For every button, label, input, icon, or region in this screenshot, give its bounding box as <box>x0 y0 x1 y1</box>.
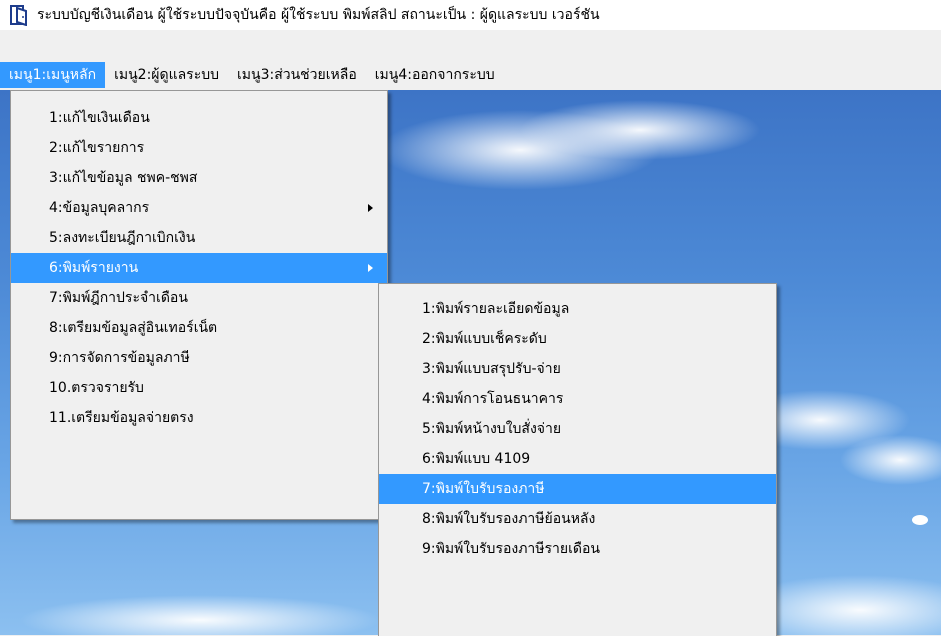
submenu-item-print-payment-order[interactable]: 5:พิมพ์หน้างบใบสั่งจ่าย <box>379 414 776 444</box>
menu-item-label: 11.เตรียมข้อมูลจ่ายตรง <box>49 410 194 426</box>
title-bar: ระบบบัญชีเงินเดือน ผู้ใช้ระบบปัจจุบันคือ… <box>0 0 941 30</box>
menu-item-label: 6:พิมพ์แบบ 4109 <box>422 451 531 467</box>
main-menu-dropdown: 1:แก้ไขเงินเดือน 2:แก้ไขรายการ 3:แก้ไขข้… <box>10 90 388 520</box>
menu-item-label: 7:พิมพ์ใบรับรองภาษี <box>422 481 545 497</box>
toolbar-area <box>0 30 941 62</box>
window-title: ระบบบัญชีเงินเดือน ผู้ใช้ระบบปัจจุบันคือ… <box>37 7 600 23</box>
menu-item-edit-salary[interactable]: 1:แก้ไขเงินเดือน <box>11 103 387 133</box>
menu-admin[interactable]: เมนู2:ผู้ดูแลระบบ <box>105 62 228 88</box>
menu-bar: เมนู1:เมนูหลัก เมนู2:ผู้ดูแลระบบ เมนู3:ส… <box>0 62 941 88</box>
menu-item-print-reports[interactable]: 6:พิมพ์รายงาน <box>11 253 387 283</box>
menu-item-direct-payment[interactable]: 11.เตรียมข้อมูลจ่ายตรง <box>11 403 387 433</box>
menu-item-prepare-internet[interactable]: 8:เตรียมข้อมูลสู่อินเทอร์เน็ต <box>11 313 387 343</box>
menu-item-check-income[interactable]: 10.ตรวจรายรับ <box>11 373 387 403</box>
menu-item-label: 10.ตรวจรายรับ <box>49 380 144 396</box>
menu-item-label: 5:ลงทะเบียนฎีกาเบิกเงิน <box>49 230 196 246</box>
submenu-item-print-tax-certificate[interactable]: 7:พิมพ์ใบรับรองภาษี <box>379 474 776 504</box>
menu-help[interactable]: เมนู3:ส่วนช่วยเหลือ <box>228 62 366 88</box>
submenu-item-print-tax-certificate-past[interactable]: 8:พิมพ์ใบรับรองภาษีย้อนหลัง <box>379 504 776 534</box>
menu-item-label: 3:พิมพ์แบบสรุปรับ-จ่าย <box>422 361 561 377</box>
menu-item-label: 7:พิมพ์ฎีกาประจำเดือน <box>49 290 188 306</box>
print-report-submenu: 1:พิมพ์รายละเอียดข้อมูล 2:พิมพ์แบบเช็คระ… <box>378 283 777 636</box>
menu-item-register-voucher[interactable]: 5:ลงทะเบียนฎีกาเบิกเงิน <box>11 223 387 253</box>
app-door-icon <box>10 5 27 26</box>
menu-item-label: 3:แก้ไขข้อมูล ชพค-ชพส <box>49 170 198 186</box>
submenu-item-print-details[interactable]: 1:พิมพ์รายละเอียดข้อมูล <box>379 294 776 324</box>
menu-item-label: 9:การจัดการข้อมูลภาษี <box>49 350 190 366</box>
menu-item-label: 4:ข้อมูลบุคลากร <box>49 200 150 216</box>
menu-exit[interactable]: เมนู4:ออกจากระบบ <box>366 62 504 88</box>
menu-item-label: 1:แก้ไขเงินเดือน <box>49 110 150 126</box>
submenu-arrow-icon <box>368 204 373 212</box>
menu-item-label: 8:เตรียมข้อมูลสู่อินเทอร์เน็ต <box>49 320 218 336</box>
menu-item-label: 4:พิมพ์การโอนธนาคาร <box>422 391 564 407</box>
submenu-arrow-icon <box>368 264 373 272</box>
menu-item-label: 9:พิมพ์ใบรับรองภาษีรายเดือน <box>422 541 600 557</box>
menu-item-label: 8:พิมพ์ใบรับรองภาษีย้อนหลัง <box>422 511 596 527</box>
submenu-item-print-tax-certificate-monthly[interactable]: 9:พิมพ์ใบรับรองภาษีรายเดือน <box>379 534 776 564</box>
menu-item-tax-management[interactable]: 9:การจัดการข้อมูลภาษี <box>11 343 387 373</box>
menu-item-label: 6:พิมพ์รายงาน <box>49 260 139 276</box>
menu-item-edit-items[interactable]: 2:แก้ไขรายการ <box>11 133 387 163</box>
submenu-item-print-4109[interactable]: 6:พิมพ์แบบ 4109 <box>379 444 776 474</box>
menu-item-label: 1:พิมพ์รายละเอียดข้อมูล <box>422 301 570 317</box>
menu-item-edit-allowance[interactable]: 3:แก้ไขข้อมูล ชพค-ชพส <box>11 163 387 193</box>
submenu-item-print-bank-transfer[interactable]: 4:พิมพ์การโอนธนาคาร <box>379 384 776 414</box>
menu-item-print-monthly-voucher[interactable]: 7:พิมพ์ฎีกาประจำเดือน <box>11 283 387 313</box>
menu-main[interactable]: เมนู1:เมนูหลัก <box>0 62 106 88</box>
menu-item-label: 2:แก้ไขรายการ <box>49 140 145 156</box>
submenu-item-print-check-level[interactable]: 2:พิมพ์แบบเช็คระดับ <box>379 324 776 354</box>
menu-item-personnel[interactable]: 4:ข้อมูลบุคลากร <box>11 193 387 223</box>
menu-item-label: 5:พิมพ์หน้างบใบสั่งจ่าย <box>422 421 562 437</box>
submenu-item-print-summary[interactable]: 3:พิมพ์แบบสรุปรับ-จ่าย <box>379 354 776 384</box>
menu-item-label: 2:พิมพ์แบบเช็คระดับ <box>422 331 547 347</box>
